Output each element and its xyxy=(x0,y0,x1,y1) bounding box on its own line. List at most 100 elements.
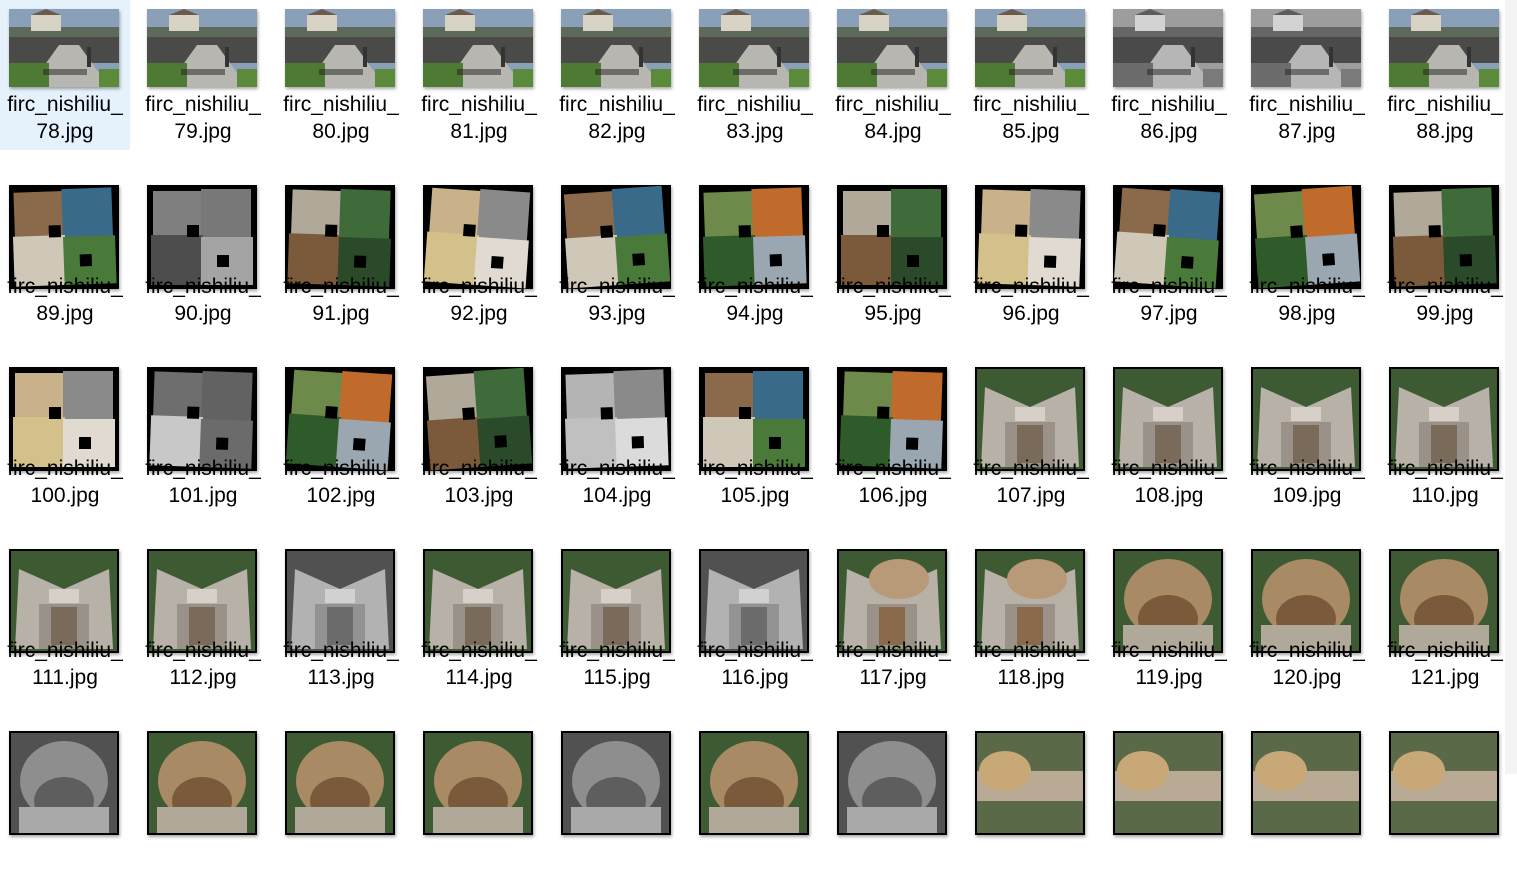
file-item[interactable]: firc_nishiliu_ 81.jpg xyxy=(414,0,544,150)
file-item[interactable]: firc_nishiliu_ 115.jpg xyxy=(552,546,682,696)
file-name[interactable]: firc_nishiliu_ 95.jpg xyxy=(828,273,958,327)
file-thumbnail[interactable] xyxy=(561,9,671,87)
file-item[interactable] xyxy=(690,728,820,878)
file-name[interactable]: firc_nishiliu_ 110.jpg xyxy=(1380,455,1510,509)
file-name[interactable]: firc_nishiliu_ 87.jpg xyxy=(1242,91,1372,145)
file-item[interactable]: firc_nishiliu_ 118.jpg xyxy=(966,546,1096,696)
file-name[interactable]: firc_nishiliu_ 99.jpg xyxy=(1380,273,1510,327)
file-name[interactable]: firc_nishiliu_ 89.jpg xyxy=(0,273,130,327)
file-item[interactable]: firc_nishiliu_ 108.jpg xyxy=(1104,364,1234,514)
file-name[interactable] xyxy=(828,819,958,873)
file-name[interactable]: firc_nishiliu_ 116.jpg xyxy=(690,637,820,691)
file-name[interactable]: firc_nishiliu_ 112.jpg xyxy=(138,637,268,691)
file-item[interactable]: firc_nishiliu_ 97.jpg xyxy=(1104,182,1234,332)
file-thumbnail[interactable] xyxy=(9,9,119,87)
file-thumbnail[interactable] xyxy=(699,9,809,87)
file-item[interactable]: firc_nishiliu_ 95.jpg xyxy=(828,182,958,332)
file-name[interactable]: firc_nishiliu_ 92.jpg xyxy=(414,273,544,327)
file-item[interactable] xyxy=(1380,728,1510,878)
file-item[interactable]: firc_nishiliu_ 101.jpg xyxy=(138,364,268,514)
file-item[interactable]: firc_nishiliu_ 109.jpg xyxy=(1242,364,1372,514)
file-name[interactable]: firc_nishiliu_ 91.jpg xyxy=(276,273,406,327)
file-item[interactable]: firc_nishiliu_ 93.jpg xyxy=(552,182,682,332)
file-item[interactable]: firc_nishiliu_ 83.jpg xyxy=(690,0,820,150)
file-name[interactable] xyxy=(552,819,682,873)
file-name[interactable]: firc_nishiliu_ 84.jpg xyxy=(828,91,958,145)
file-item[interactable]: firc_nishiliu_ 103.jpg xyxy=(414,364,544,514)
file-item[interactable]: firc_nishiliu_ 111.jpg xyxy=(0,546,130,696)
file-thumbnail[interactable] xyxy=(423,9,533,87)
file-name[interactable]: firc_nishiliu_ 115.jpg xyxy=(552,637,682,691)
file-name[interactable]: firc_nishiliu_ 100.jpg xyxy=(0,455,130,509)
file-thumbnail[interactable] xyxy=(1389,9,1499,87)
file-item[interactable]: firc_nishiliu_ 90.jpg xyxy=(138,182,268,332)
file-item[interactable]: firc_nishiliu_ 88.jpg xyxy=(1380,0,1510,150)
file-item[interactable] xyxy=(966,728,1096,878)
file-name[interactable] xyxy=(1380,819,1510,873)
file-item[interactable]: firc_nishiliu_ 105.jpg xyxy=(690,364,820,514)
file-item[interactable]: firc_nishiliu_ 89.jpg xyxy=(0,182,130,332)
file-item[interactable]: firc_nishiliu_ 80.jpg xyxy=(276,0,406,150)
file-name[interactable] xyxy=(1104,819,1234,873)
file-item[interactable] xyxy=(828,728,958,878)
file-item[interactable]: firc_nishiliu_ 99.jpg xyxy=(1380,182,1510,332)
file-item[interactable]: firc_nishiliu_ 110.jpg xyxy=(1380,364,1510,514)
file-name[interactable]: firc_nishiliu_ 119.jpg xyxy=(1104,637,1234,691)
file-name[interactable]: firc_nishiliu_ 121.jpg xyxy=(1380,637,1510,691)
file-name[interactable]: firc_nishiliu_ 117.jpg xyxy=(828,637,958,691)
file-item[interactable]: firc_nishiliu_ 100.jpg xyxy=(0,364,130,514)
file-item[interactable]: firc_nishiliu_ 91.jpg xyxy=(276,182,406,332)
file-item[interactable]: firc_nishiliu_ 87.jpg xyxy=(1242,0,1372,150)
file-name[interactable] xyxy=(690,819,820,873)
file-item[interactable] xyxy=(414,728,544,878)
file-name[interactable]: firc_nishiliu_ 120.jpg xyxy=(1242,637,1372,691)
file-item[interactable]: firc_nishiliu_ 92.jpg xyxy=(414,182,544,332)
file-item[interactable]: firc_nishiliu_ 113.jpg xyxy=(276,546,406,696)
file-item[interactable]: firc_nishiliu_ 117.jpg xyxy=(828,546,958,696)
file-name[interactable]: firc_nishiliu_ 103.jpg xyxy=(414,455,544,509)
file-name[interactable]: firc_nishiliu_ 88.jpg xyxy=(1380,91,1510,145)
vertical-scrollbar[interactable] xyxy=(1505,0,1517,774)
file-name[interactable]: firc_nishiliu_ 113.jpg xyxy=(276,637,406,691)
file-name[interactable]: firc_nishiliu_ 97.jpg xyxy=(1104,273,1234,327)
file-item[interactable]: firc_nishiliu_ 98.jpg xyxy=(1242,182,1372,332)
file-thumbnail[interactable] xyxy=(147,9,257,87)
file-thumbnail[interactable] xyxy=(975,9,1085,87)
file-item[interactable]: firc_nishiliu_ 78.jpg xyxy=(0,0,130,150)
file-name[interactable] xyxy=(0,819,130,873)
file-item[interactable]: firc_nishiliu_ 116.jpg xyxy=(690,546,820,696)
file-name[interactable]: firc_nishiliu_ 93.jpg xyxy=(552,273,682,327)
file-item[interactable] xyxy=(0,728,130,878)
file-name[interactable]: firc_nishiliu_ 102.jpg xyxy=(276,455,406,509)
file-item[interactable] xyxy=(1104,728,1234,878)
file-name[interactable]: firc_nishiliu_ 90.jpg xyxy=(138,273,268,327)
file-item[interactable]: firc_nishiliu_ 104.jpg xyxy=(552,364,682,514)
file-name[interactable]: firc_nishiliu_ 104.jpg xyxy=(552,455,682,509)
file-name[interactable]: firc_nishiliu_ 108.jpg xyxy=(1104,455,1234,509)
file-item[interactable]: firc_nishiliu_ 114.jpg xyxy=(414,546,544,696)
file-name[interactable]: firc_nishiliu_ 79.jpg xyxy=(138,91,268,145)
file-name[interactable]: firc_nishiliu_ 105.jpg xyxy=(690,455,820,509)
file-item[interactable] xyxy=(552,728,682,878)
file-thumbnail[interactable] xyxy=(1113,9,1223,87)
file-item[interactable]: firc_nishiliu_ 106.jpg xyxy=(828,364,958,514)
file-name[interactable]: firc_nishiliu_ 85.jpg xyxy=(966,91,1096,145)
file-name[interactable]: firc_nishiliu_ 107.jpg xyxy=(966,455,1096,509)
file-name[interactable]: firc_nishiliu_ 80.jpg xyxy=(276,91,406,145)
file-name[interactable]: firc_nishiliu_ 86.jpg xyxy=(1104,91,1234,145)
file-thumbnail[interactable] xyxy=(285,9,395,87)
file-item[interactable]: firc_nishiliu_ 112.jpg xyxy=(138,546,268,696)
file-name[interactable] xyxy=(966,819,1096,873)
file-name[interactable] xyxy=(414,819,544,873)
file-name[interactable]: firc_nishiliu_ 78.jpg xyxy=(0,91,130,145)
file-item[interactable]: firc_nishiliu_ 84.jpg xyxy=(828,0,958,150)
file-item[interactable]: firc_nishiliu_ 120.jpg xyxy=(1242,546,1372,696)
file-item[interactable]: firc_nishiliu_ 102.jpg xyxy=(276,364,406,514)
file-name[interactable]: firc_nishiliu_ 98.jpg xyxy=(1242,273,1372,327)
file-name[interactable]: firc_nishiliu_ 114.jpg xyxy=(414,637,544,691)
file-item[interactable]: firc_nishiliu_ 85.jpg xyxy=(966,0,1096,150)
file-name[interactable]: firc_nishiliu_ 81.jpg xyxy=(414,91,544,145)
file-item[interactable]: firc_nishiliu_ 86.jpg xyxy=(1104,0,1234,150)
file-name[interactable] xyxy=(138,819,268,873)
file-item[interactable]: firc_nishiliu_ 79.jpg xyxy=(138,0,268,150)
